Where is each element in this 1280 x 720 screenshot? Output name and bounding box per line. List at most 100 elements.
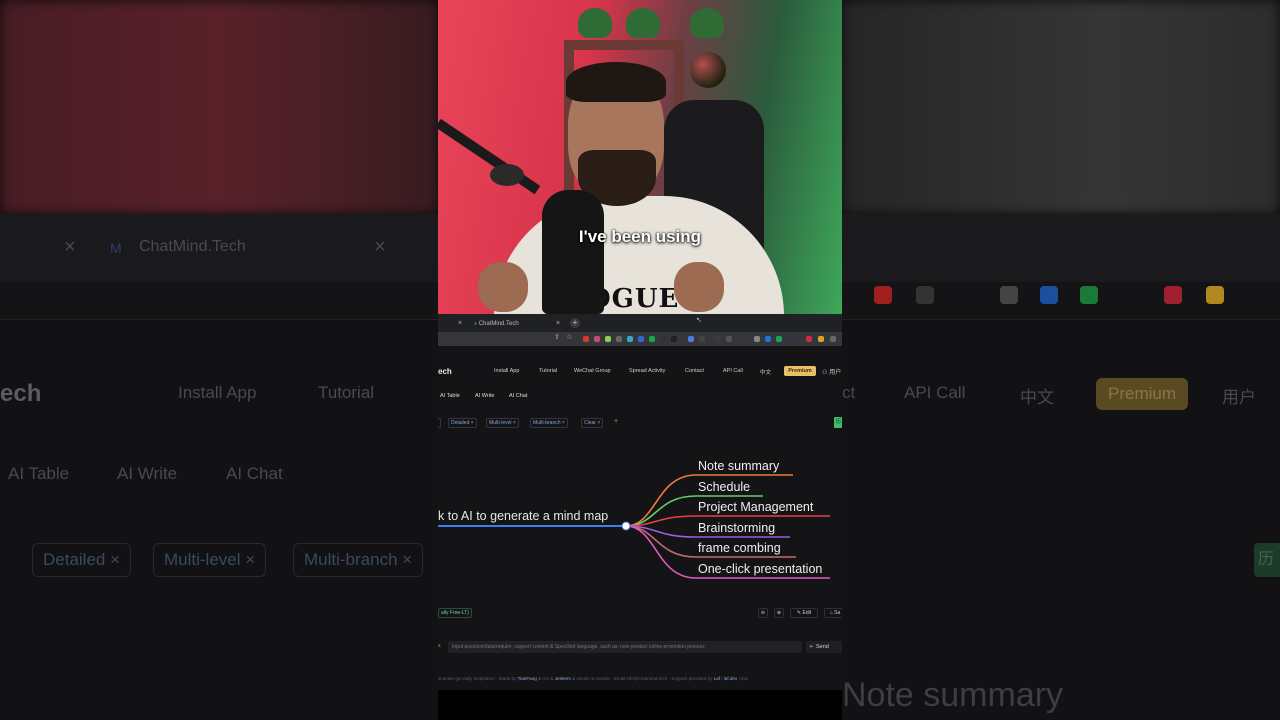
- nav-language[interactable]: 中文: [760, 368, 771, 376]
- nav-spread-activity[interactable]: Spread Activity: [629, 368, 665, 374]
- mind-map-branch[interactable]: Brainstorming: [698, 521, 775, 535]
- edit-button[interactable]: ✎ Edit: [790, 608, 818, 618]
- tab-ai-chat[interactable]: AI Chat: [509, 393, 527, 399]
- blurred-webcam: [842, 0, 1280, 214]
- blurred-extension-icon: [1164, 286, 1182, 304]
- cursor-icon: ↖: [696, 317, 702, 324]
- blurred-branch-label: Note summary: [842, 676, 1064, 714]
- blurred-tab-close-icon: ×: [374, 236, 386, 258]
- send-button[interactable]: ➢ Send: [806, 641, 842, 653]
- chip-detailed[interactable]: Detailed ×: [448, 418, 477, 428]
- extension-icon[interactable]: [715, 336, 721, 342]
- extension-icon[interactable]: [649, 336, 655, 342]
- blurred-nav-item: Install App: [178, 383, 257, 402]
- mind-map-branch[interactable]: Project Management: [698, 500, 813, 514]
- blurred-user: 用户: [1222, 388, 1256, 407]
- extension-icon[interactable]: [818, 336, 824, 342]
- zoom-out-icon[interactable]: ⊖: [758, 608, 768, 618]
- brand-logo-text[interactable]: ech: [438, 367, 452, 376]
- chip-clear[interactable]: Clear ×: [581, 418, 604, 428]
- blurred-premium: Premium: [1096, 378, 1189, 410]
- extension-icon[interactable]: [671, 336, 677, 342]
- send-label: Send: [816, 644, 829, 650]
- chip-label: Clear: [584, 420, 596, 426]
- blurred-nav-item: ct: [842, 383, 856, 402]
- tab-ai-table[interactable]: AI Table: [440, 393, 460, 399]
- mind-map-root-node[interactable]: [621, 521, 631, 531]
- blurred-subtab: AI Table: [8, 464, 70, 483]
- history-tag[interactable]: 历: [834, 417, 842, 428]
- nav-contact[interactable]: Contact: [685, 368, 704, 374]
- bookmark-star-icon[interactable]: ☆: [566, 333, 572, 341]
- extension-icon[interactable]: [806, 336, 812, 342]
- nav-install-app[interactable]: Install App: [494, 368, 519, 374]
- blurred-subtab: AI Chat: [226, 464, 283, 483]
- blurred-nav-item: Tutorial: [318, 383, 375, 402]
- footer-link[interactable]: TianFang: [518, 676, 537, 681]
- premium-button[interactable]: Premium: [784, 366, 816, 376]
- extension-icon[interactable]: [776, 336, 782, 342]
- blurred-nav-item: API Call: [904, 383, 966, 402]
- daily-free-badge: aily Free-LT): [438, 608, 472, 618]
- footer-link[interactable]: Laf: [714, 676, 720, 681]
- footer-text: & Am &: [536, 676, 555, 681]
- person-hand: [478, 262, 528, 312]
- plant: [626, 8, 660, 38]
- extension-icon[interactable]: [605, 336, 611, 342]
- blurred-extension-icon: [1040, 286, 1058, 304]
- tab-chatmind[interactable]: ● ChatMind.Tech: [474, 316, 564, 332]
- save-button[interactable]: ⌂ Sa: [824, 608, 842, 618]
- footer-link[interactable]: Jeekers: [555, 676, 571, 681]
- mind-map-branch[interactable]: Schedule: [698, 480, 750, 494]
- extension-icon[interactable]: [688, 336, 694, 342]
- extension-icon[interactable]: [726, 336, 732, 342]
- blurred-chip: Multi-level ×: [153, 543, 267, 577]
- nav-api-call[interactable]: API Call: [723, 368, 743, 374]
- tab-ai-write[interactable]: AI Write: [475, 393, 494, 399]
- edit-label: Edit: [802, 610, 812, 616]
- new-tab-button[interactable]: +: [570, 318, 580, 328]
- extension-icon[interactable]: [660, 336, 666, 342]
- extension-icon[interactable]: [616, 336, 622, 342]
- video-frame: × M ChatMind.Tech × ech Install App Tuto…: [0, 0, 1280, 720]
- nav-tutorial[interactable]: Tutorial: [539, 368, 557, 374]
- mind-map[interactable]: k to AI to generate a mind map Note summ…: [438, 446, 842, 596]
- mind-map-branch[interactable]: One-click presentation: [698, 562, 822, 576]
- extension-icon[interactable]: [699, 336, 705, 342]
- user-menu[interactable]: ⚇ 用户: [822, 367, 841, 376]
- chip-multi-level[interactable]: Multi-level ×: [486, 418, 519, 428]
- prompt-prefix: s: [438, 643, 441, 649]
- footer-link[interactable]: laf.dev: [724, 676, 738, 681]
- webcam-feed: OGUE I've been using: [438, 0, 842, 314]
- close-tab-icon[interactable]: ×: [556, 316, 560, 332]
- extension-icon[interactable]: [787, 336, 793, 342]
- browser-tabbar: × ● ChatMind.Tech × + ↖: [438, 314, 842, 332]
- blurred-tab-icon: M: [110, 240, 122, 256]
- extension-icon[interactable]: [583, 336, 589, 342]
- add-chip-button[interactable]: +: [614, 418, 618, 425]
- share-icon[interactable]: ⇧: [554, 333, 560, 341]
- mind-map-branch[interactable]: frame combing: [698, 541, 781, 555]
- mind-map-branch[interactable]: Note summary: [698, 459, 779, 473]
- user-icon: ⚇: [822, 370, 828, 376]
- extension-icon[interactable]: [594, 336, 600, 342]
- letterbox-bar: [438, 690, 842, 720]
- extension-icon[interactable]: [754, 336, 760, 342]
- zoom-in-icon[interactable]: ⊕: [774, 608, 784, 618]
- extension-icon[interactable]: [638, 336, 644, 342]
- blurred-brand: ech: [0, 380, 42, 407]
- blurred-extension-icon: [874, 286, 892, 304]
- nav-wechat-group[interactable]: WeChat Group: [574, 368, 611, 374]
- extension-icon[interactable]: [830, 336, 836, 342]
- prompt-input[interactable]: [448, 641, 802, 653]
- footer-text: | Kai: [737, 676, 748, 681]
- blurred-tabbar: [842, 214, 1280, 282]
- extension-icon[interactable]: [765, 336, 771, 342]
- plant: [578, 8, 612, 38]
- chip-remove-icon[interactable]: ×: [438, 418, 441, 428]
- close-tab-icon[interactable]: ×: [458, 316, 462, 332]
- extension-icon[interactable]: [627, 336, 633, 342]
- chip-multi-branch[interactable]: Multi-branch ×: [530, 418, 568, 428]
- blurred-chip: Multi-branch ×: [293, 543, 424, 577]
- mind-map-root[interactable]: k to AI to generate a mind map: [438, 509, 608, 523]
